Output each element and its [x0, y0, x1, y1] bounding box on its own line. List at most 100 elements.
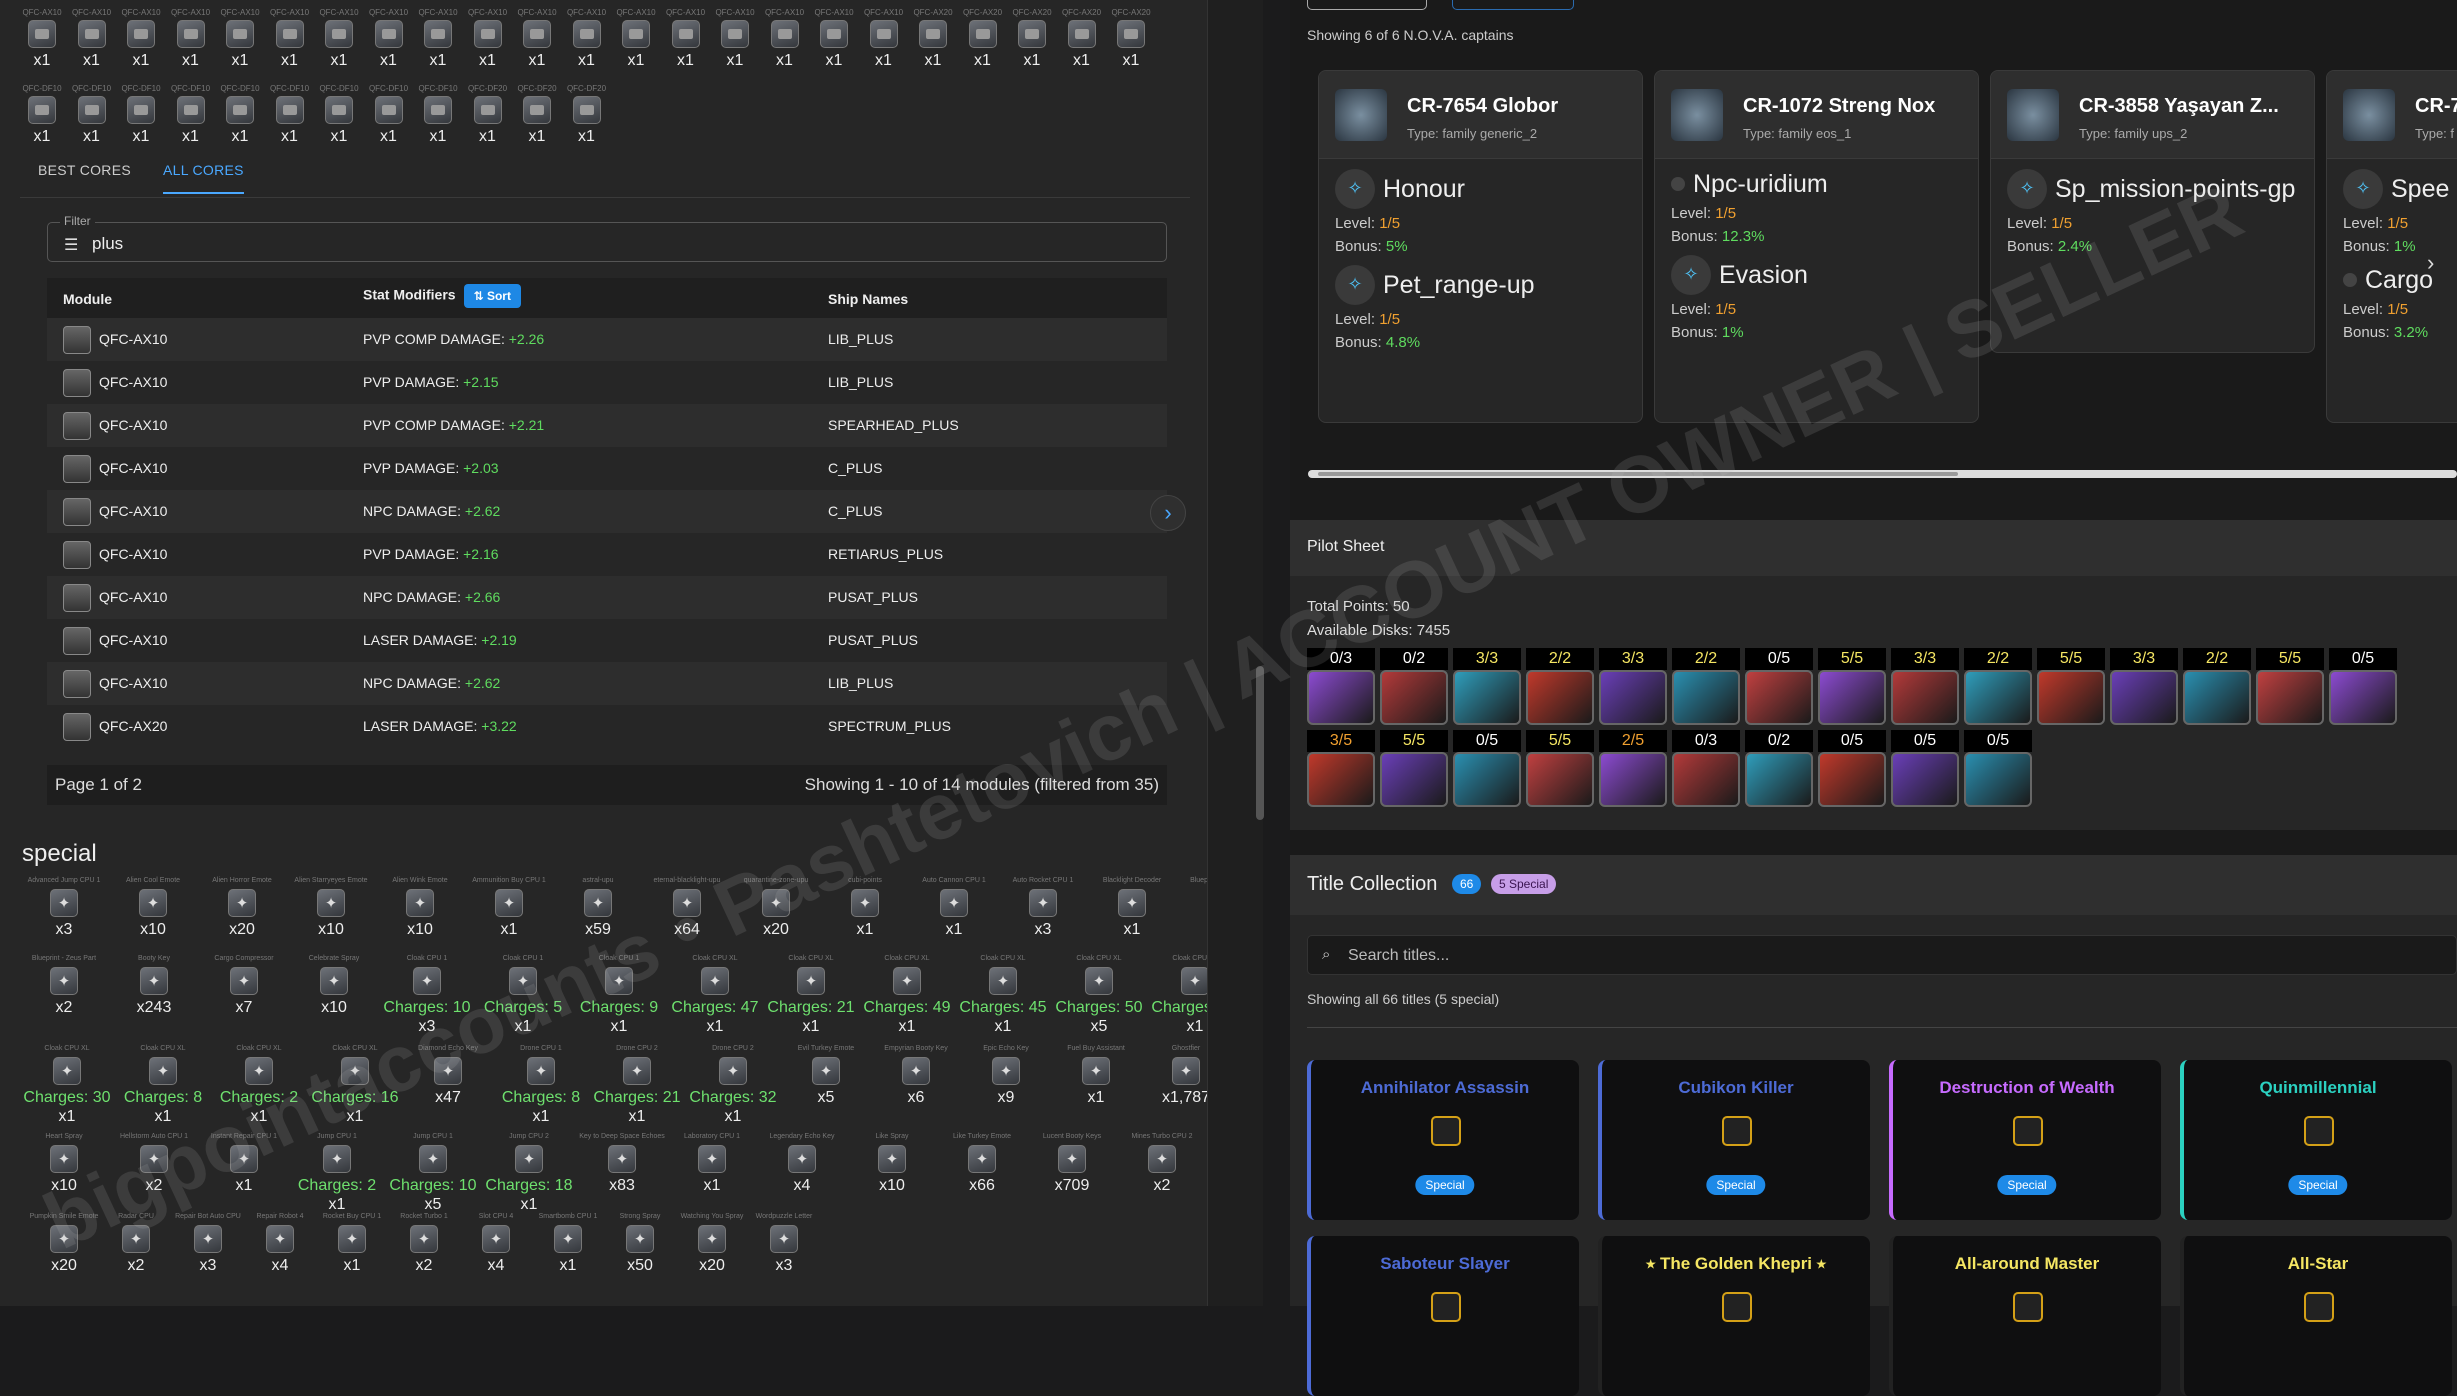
special-item[interactable]: Cloak CPU 1 ✦ Charges: 9 x1: [572, 955, 666, 1036]
special-item[interactable]: Drone CPU 1 ✦ Charges: 8 x1: [494, 1045, 588, 1126]
core-item[interactable]: QFC-AX10 x1: [414, 8, 462, 70]
table-row[interactable]: QFC-AX10 PVP COMP DAMAGE: +2.21 SPEARHEAD_…: [47, 404, 1167, 447]
core-item[interactable]: QFC-DF20 x1: [563, 84, 611, 146]
perk-icon[interactable]: [1453, 670, 1521, 725]
core-item[interactable]: QFC-DF10 x1: [68, 84, 116, 146]
captain-card[interactable]: CR-7Type: f✧SpeeLevel: 1/5Bonus: 1%Cargo…: [2326, 70, 2457, 423]
captains-scrollbar[interactable]: [1308, 470, 2457, 478]
perk-icon[interactable]: [1453, 752, 1521, 807]
core-item[interactable]: QFC-DF10 x1: [365, 84, 413, 146]
core-item[interactable]: QFC-AX10 x1: [612, 8, 660, 70]
core-item[interactable]: QFC-AX10 x1: [266, 8, 314, 70]
core-item[interactable]: QFC-AX10 x1: [117, 8, 165, 70]
special-item[interactable]: Key to Deep Space Echoes ✦ x83: [578, 1133, 666, 1195]
perk-icon[interactable]: [2329, 670, 2397, 725]
special-item[interactable]: Blueprint - Apis Part✦x46: [1177, 877, 1207, 939]
captain-card[interactable]: CR-3858 Yaşayan Z... Type: family ups_2 ✧ S…: [1990, 70, 2315, 353]
special-item[interactable]: Alien Starryeyes Emote ✦ x10: [287, 877, 375, 939]
special-item[interactable]: Ammunition Buy CPU 1 ✦ x1: [465, 877, 553, 939]
perk-icon[interactable]: [1818, 670, 1886, 725]
core-item[interactable]: QFC-DF10 x1: [266, 84, 314, 146]
special-item[interactable]: Legendary Echo Key ✦ x4: [758, 1133, 846, 1195]
sort-button[interactable]: ⇅ Sort: [463, 284, 521, 308]
title-card[interactable]: Quinmillennial Special: [2180, 1060, 2452, 1220]
perk-icon[interactable]: [2110, 670, 2178, 725]
special-item[interactable]: eternal-blacklight-upu ✦ x64: [643, 877, 731, 939]
special-item[interactable]: Auto Rocket CPU 1 ✦ x3: [999, 877, 1087, 939]
core-item[interactable]: QFC-AX10 x1: [761, 8, 809, 70]
title-search-input[interactable]: ⌕ Search titles...: [1307, 935, 2457, 975]
special-item[interactable]: Like Turkey Emote ✦ x66: [938, 1133, 1026, 1195]
special-item[interactable]: Cloak CPU XL ✦ Charges: 2 x1: [212, 1045, 306, 1126]
table-row[interactable]: QFC-AX10 NPC DAMAGE: +2.62 C_PLUS: [47, 490, 1167, 533]
core-item[interactable]: QFC-AX10 x1: [810, 8, 858, 70]
special-item[interactable]: Blacklight Decoder ✦ x1: [1088, 877, 1176, 939]
core-item[interactable]: QFC-AX20 x1: [1058, 8, 1106, 70]
special-item[interactable]: Heart Spray ✦ x10: [20, 1133, 108, 1195]
perk-icon[interactable]: [1672, 670, 1740, 725]
special-item[interactable]: Empyrian Booty Key ✦ x6: [872, 1045, 960, 1107]
perk-icon[interactable]: [1307, 752, 1375, 807]
special-item[interactable]: Cloak CPU XL ✦ Charges: 8 x1: [116, 1045, 210, 1126]
core-item[interactable]: QFC-AX10 x1: [563, 8, 611, 70]
special-item[interactable]: Drone CPU 2 ✦ Charges: 32 x1: [686, 1045, 780, 1126]
perk-icon[interactable]: [1745, 670, 1813, 725]
core-item[interactable]: QFC-AX10 x1: [464, 8, 512, 70]
core-item[interactable]: QFC-AX20 x1: [909, 8, 957, 70]
special-item[interactable]: Auto Cannon CPU 1 ✦ x1: [910, 877, 998, 939]
core-item[interactable]: QFC-AX10 x1: [167, 8, 215, 70]
special-item[interactable]: Mines Turbo CPU 2 ✦ x2: [1118, 1133, 1206, 1195]
title-card[interactable]: Destruction of Wealth Special: [1889, 1060, 2161, 1220]
captain-button-2[interactable]: [1452, 0, 1574, 10]
captain-card[interactable]: CR-7654 Globor Type: family generic_2 ✧ Hon…: [1318, 70, 1643, 423]
perk-icon[interactable]: [1818, 752, 1886, 807]
special-item[interactable]: Blueprint - Zeus Part ✦ x2: [20, 955, 108, 1017]
title-card[interactable]: ⭑ The Golden Khepri ⭑: [1598, 1236, 1870, 1396]
special-item[interactable]: Cloak CPU XL ✦ Charges: 49 x1: [860, 955, 954, 1036]
core-item[interactable]: QFC-AX10 x1: [365, 8, 413, 70]
special-item[interactable]: Cloak CPU XL ✦ Charges: 22 x1: [1148, 955, 1207, 1036]
table-row[interactable]: QFC-AX10 PVP DAMAGE: +2.15 LIB_PLUS: [47, 361, 1167, 404]
special-item[interactable]: Cargo Compressor ✦ x7: [200, 955, 288, 1017]
special-item[interactable]: Cloak CPU 1 ✦ Charges: 5 x1: [476, 955, 570, 1036]
core-item[interactable]: QFC-AX10 x1: [216, 8, 264, 70]
special-item[interactable]: Laboratory CPU 1 ✦ x1: [668, 1133, 756, 1195]
core-item[interactable]: QFC-AX10 x1: [513, 8, 561, 70]
special-item[interactable]: Fuel Buy Assistant ✦ x1: [1052, 1045, 1140, 1107]
perk-icon[interactable]: [1964, 670, 2032, 725]
core-item[interactable]: QFC-AX10 x1: [711, 8, 759, 70]
core-item[interactable]: QFC-AX10 x1: [315, 8, 363, 70]
core-item[interactable]: QFC-DF10 x1: [18, 84, 66, 146]
core-item[interactable]: QFC-DF20 x1: [513, 84, 561, 146]
core-item[interactable]: QFC-DF10 x1: [167, 84, 215, 146]
filter-field[interactable]: Filter ☰ plus: [47, 214, 1167, 262]
scrollbar-thumb[interactable]: [1256, 666, 1264, 820]
core-item[interactable]: QFC-AX10 x1: [860, 8, 908, 70]
tab-all-cores[interactable]: ALL CORES: [163, 162, 244, 194]
perk-icon[interactable]: [1380, 670, 1448, 725]
perk-icon[interactable]: [1307, 670, 1375, 725]
core-item[interactable]: QFC-DF10 x1: [117, 84, 165, 146]
perk-icon[interactable]: [1964, 752, 2032, 807]
table-row[interactable]: QFC-AX10 PVP DAMAGE: +2.03 C_PLUS: [47, 447, 1167, 490]
perk-icon[interactable]: [1599, 752, 1667, 807]
perk-icon[interactable]: [1380, 752, 1448, 807]
special-item[interactable]: quarantine-zone-upu ✦ x20: [732, 877, 820, 939]
core-item[interactable]: QFC-DF20 x1: [464, 84, 512, 146]
perk-icon[interactable]: [1672, 752, 1740, 807]
captain-button-1[interactable]: [1307, 0, 1427, 10]
special-item[interactable]: Ghostfier ✦ x1,787: [1142, 1045, 1207, 1107]
special-item[interactable]: Cloak CPU XL ✦ Charges: 30 x1: [20, 1045, 114, 1126]
special-item[interactable]: Cloak CPU XL ✦ Charges: 45 x1: [956, 955, 1050, 1036]
special-item[interactable]: astral-upu ✦ x59: [554, 877, 642, 939]
special-item[interactable]: Celebrate Spray ✦ x10: [290, 955, 378, 1017]
special-item[interactable]: Epic Echo Key ✦ x9: [962, 1045, 1050, 1107]
filter-value[interactable]: plus: [92, 234, 123, 254]
core-item[interactable]: QFC-AX20 x1: [1107, 8, 1155, 70]
table-row[interactable]: QFC-AX10 NPC DAMAGE: +2.62 LIB_PLUS: [47, 662, 1167, 705]
captain-card[interactable]: CR-1072 Streng Nox Type: family eos_1 Npc-…: [1654, 70, 1979, 423]
special-item[interactable]: cubi-points ✦ x1: [821, 877, 909, 939]
core-item[interactable]: QFC-AX10 x1: [68, 8, 116, 70]
special-item[interactable]: Cloak CPU 1 ✦ Charges: 10 x3: [380, 955, 474, 1036]
table-row[interactable]: QFC-AX10 PVP COMP DAMAGE: +2.26 LIB_PLUS: [47, 318, 1167, 361]
